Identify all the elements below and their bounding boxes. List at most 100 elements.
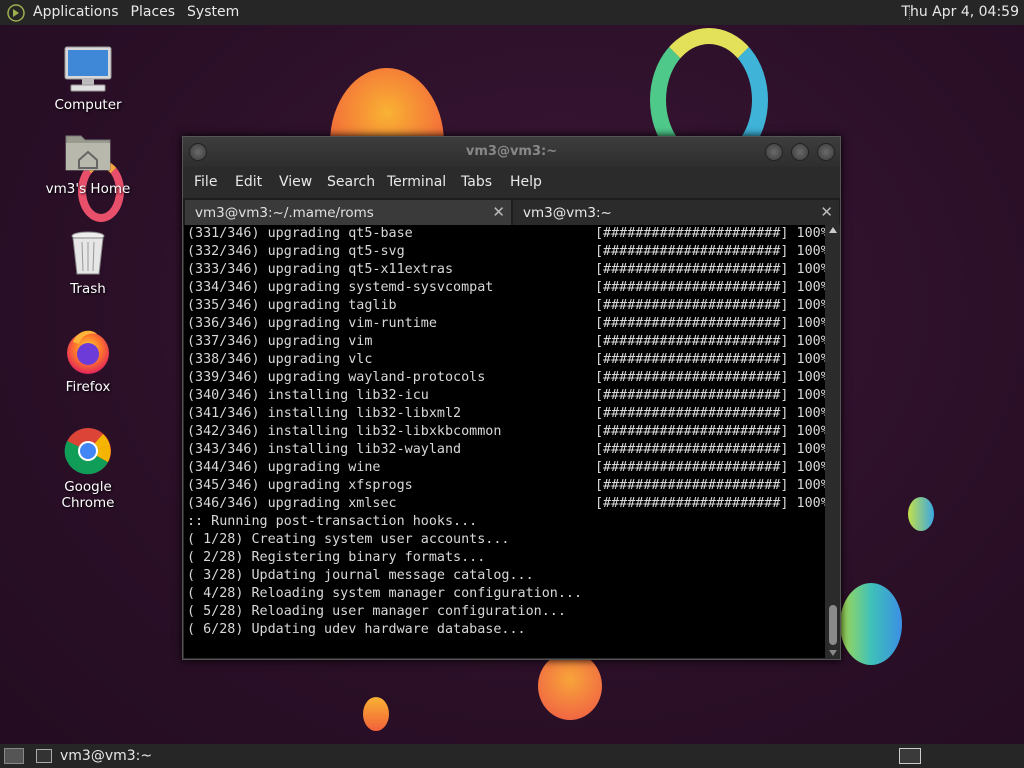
scroll-down-icon[interactable]: [829, 650, 837, 656]
clock[interactable]: Thu Apr 4, 04:59: [901, 0, 1019, 25]
tab-label: vm3@vm3:~/.mame/roms: [195, 205, 374, 221]
minimize-button[interactable]: [765, 143, 783, 161]
progress-bar-text: [######################] 100%: [595, 370, 825, 385]
tab-close-icon[interactable]: ✕: [492, 203, 505, 221]
wallpaper-shape: [363, 697, 389, 731]
terminal-icon: [36, 749, 52, 763]
maximize-button[interactable]: [791, 143, 809, 161]
desktop-icon-label: Trash: [70, 281, 106, 297]
terminal-line: ( 5/28) Reloading user manager configura…: [187, 604, 566, 619]
terminal-line: ( 2/28) Registering binary formats...: [187, 550, 486, 565]
menu-help[interactable]: Help: [510, 174, 542, 190]
package-step-text: (344/346) upgrading wine: [187, 460, 381, 475]
home-folder-icon: [63, 128, 113, 178]
progress-bar-text: [######################] 100%: [595, 226, 825, 241]
package-step-text: (331/346) upgrading qt5-base: [187, 226, 413, 241]
progress-bar-text: [######################] 100%: [595, 388, 825, 403]
menu-edit[interactable]: Edit: [235, 174, 262, 190]
package-step-text: (339/346) upgrading wayland-protocols: [187, 370, 486, 385]
wallpaper-shape: [908, 497, 934, 531]
desktop-icon-chrome[interactable]: Google Chrome: [38, 426, 138, 511]
menu-bar: File Edit View Search Terminal Tabs Help: [183, 167, 840, 197]
bottom-panel: vm3@vm3:~: [0, 744, 1024, 768]
package-step-text: (337/346) upgrading vim: [187, 334, 373, 349]
progress-bar-text: [######################] 100%: [595, 280, 825, 295]
progress-bar-text: [######################] 100%: [595, 406, 825, 421]
wallpaper-shape: [840, 583, 902, 665]
terminal-line: ( 3/28) Updating journal message catalog…: [187, 568, 534, 583]
scrollbar[interactable]: [827, 225, 839, 658]
terminal-line: (334/346) upgrading systemd-sysvcompat [#…: [187, 279, 825, 297]
terminal-line: (337/346) upgrading vim [################…: [187, 333, 825, 351]
package-step-text: (341/346) installing lib32-libxml2: [187, 406, 462, 421]
show-desktop-icon[interactable]: [4, 748, 24, 764]
firefox-icon: [63, 326, 113, 376]
chrome-icon: [63, 426, 113, 476]
window-title: vm3@vm3:~: [465, 144, 558, 159]
terminal-line: (331/346) upgrading qt5-base [###########…: [187, 225, 825, 243]
workspace-switcher[interactable]: [899, 748, 921, 764]
menu-tabs[interactable]: Tabs: [461, 174, 492, 190]
applications-menu[interactable]: Applications: [28, 0, 124, 25]
terminal-line: (338/346) upgrading vlc [################…: [187, 351, 825, 369]
terminal-output[interactable]: (331/346) upgrading qt5-base [###########…: [184, 225, 825, 658]
progress-bar-text: [######################] 100%: [595, 298, 825, 313]
computer-icon: [63, 44, 113, 94]
taskbar-item-label: vm3@vm3:~: [60, 748, 153, 764]
menu-terminal[interactable]: Terminal: [387, 174, 446, 190]
desktop-icon-firefox[interactable]: Firefox: [38, 326, 138, 395]
terminal-line: (336/346) upgrading vim-runtime [########…: [187, 315, 825, 333]
progress-bar-text: [######################] 100%: [595, 262, 825, 277]
tab-mame-roms[interactable]: vm3@vm3:~/.mame/roms ✕: [185, 200, 511, 225]
desktop-icon-label: Google Chrome: [61, 479, 115, 511]
terminal-line: (344/346) upgrading wine [###############…: [187, 459, 825, 477]
close-button[interactable]: [817, 143, 835, 161]
progress-bar-text: [######################] 100%: [595, 334, 825, 349]
terminal-line: (335/346) upgrading taglib [#############…: [187, 297, 825, 315]
package-step-text: (345/346) upgrading xfsprogs: [187, 478, 413, 493]
terminal-line: (339/346) upgrading wayland-protocols [##…: [187, 369, 825, 387]
top-panel: Applications Places System Thu Apr 4, 04…: [0, 0, 1024, 25]
terminal-line: (332/346) upgrading qt5-svg [############…: [187, 243, 825, 261]
scroll-up-icon[interactable]: [829, 227, 837, 233]
terminal-window[interactable]: vm3@vm3:~ File Edit View Search Terminal…: [182, 136, 841, 660]
progress-bar-text: [######################] 100%: [595, 478, 825, 493]
places-menu[interactable]: Places: [126, 0, 181, 25]
progress-bar-text: [######################] 100%: [595, 316, 825, 331]
taskbar-item-terminal[interactable]: vm3@vm3:~: [36, 744, 152, 768]
package-step-text: (334/346) upgrading systemd-sysvcompat: [187, 280, 494, 295]
progress-bar-text: [######################] 100%: [595, 424, 825, 439]
package-step-text: (338/346) upgrading vlc: [187, 352, 373, 367]
package-step-text: (335/346) upgrading taglib: [187, 298, 397, 313]
menu-view[interactable]: View: [279, 174, 312, 190]
package-step-text: (340/346) installing lib32-icu: [187, 388, 429, 403]
window-titlebar[interactable]: vm3@vm3:~: [183, 137, 840, 167]
tab-home[interactable]: vm3@vm3:~ ✕: [513, 200, 839, 225]
distro-logo-icon[interactable]: [7, 3, 25, 22]
progress-bar-text: [######################] 100%: [595, 442, 825, 457]
tab-close-icon[interactable]: ✕: [820, 203, 833, 221]
terminal-lines: (331/346) upgrading qt5-base [###########…: [187, 225, 825, 639]
tab-label: vm3@vm3:~: [523, 205, 612, 221]
progress-bar-text: [######################] 100%: [595, 352, 825, 367]
desktop-icon-home[interactable]: vm3's Home: [38, 128, 138, 197]
menu-file[interactable]: File: [194, 174, 217, 190]
terminal-line: (333/346) upgrading qt5-x11extras [######…: [187, 261, 825, 279]
package-step-text: (342/346) installing lib32-libxkbcommon: [187, 424, 502, 439]
terminal-line: ( 6/28) Updating udev hardware database.…: [187, 622, 526, 637]
desktop-icon-trash[interactable]: Trash: [38, 228, 138, 297]
trash-icon: [63, 228, 113, 278]
desktop-icon-label: vm3's Home: [45, 181, 131, 197]
menu-search[interactable]: Search: [327, 174, 375, 190]
system-menu[interactable]: System: [182, 0, 244, 25]
desktop-icon-label: Firefox: [65, 379, 111, 395]
wallpaper-shape: [538, 652, 602, 720]
scrollbar-thumb[interactable]: [829, 605, 837, 645]
desktop-icon-computer[interactable]: Computer: [38, 44, 138, 113]
package-step-text: (346/346) upgrading xmlsec: [187, 496, 397, 511]
package-step-text: (332/346) upgrading qt5-svg: [187, 244, 405, 259]
package-step-text: (343/346) installing lib32-wayland: [187, 442, 462, 457]
terminal-line: (342/346) installing lib32-libxkbcommon […: [187, 423, 825, 441]
package-step-text: (333/346) upgrading qt5-x11extras: [187, 262, 454, 277]
terminal-line: (343/346) installing lib32-wayland [#####…: [187, 441, 825, 459]
